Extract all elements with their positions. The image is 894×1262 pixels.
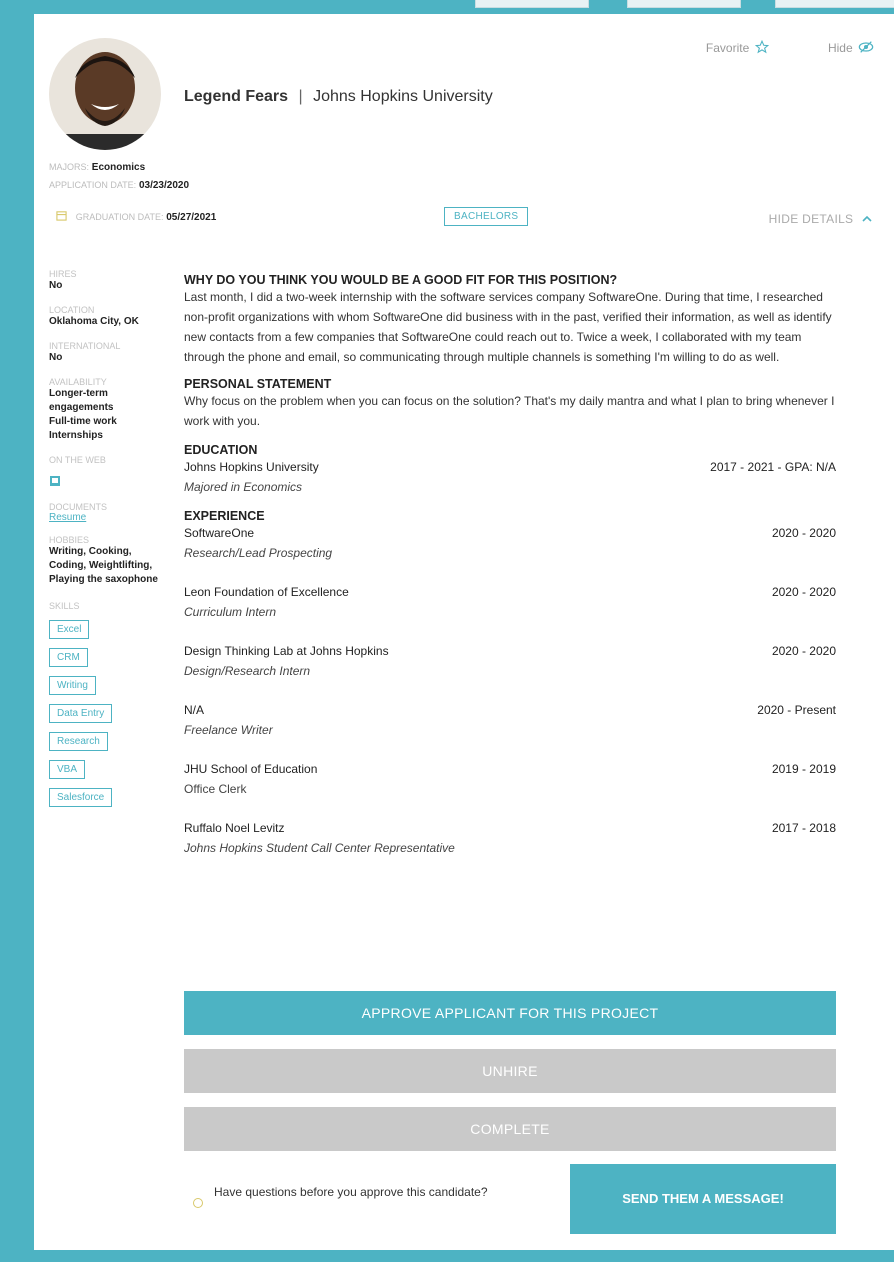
- application-date-value: 03/23/2020: [138, 180, 190, 191]
- personal-statement-title: PERSONAL STATEMENT: [184, 377, 332, 391]
- fit-question-title: WHY DO YOU THINK YOU WOULD BE A GOOD FIT…: [184, 273, 618, 287]
- skills-list: Excel CRM Writing Data Entry Research VB…: [49, 611, 164, 807]
- experience-role: Office Clerk: [184, 782, 247, 796]
- experience-org: Design Thinking Lab at Johns Hopkins: [184, 644, 389, 658]
- applicant-university: Johns Hopkins University: [313, 88, 493, 105]
- unhire-button[interactable]: UNHIRE: [184, 1049, 836, 1093]
- personal-statement-text: Why focus on the problem when you can fo…: [184, 394, 835, 428]
- complete-button[interactable]: COMPLETE: [184, 1107, 836, 1151]
- education-title: EDUCATION: [184, 443, 258, 457]
- experience-dates: 2020 - 2020: [771, 585, 836, 599]
- location-label: LOCATION: [49, 305, 95, 315]
- star-icon: [754, 39, 769, 54]
- education-dates: 2017 - 2021 - GPA: N/A: [710, 460, 836, 474]
- experience-org: SoftwareOne: [184, 526, 255, 540]
- experience-dates: 2020 - Present: [757, 703, 836, 717]
- application-date-row: APPLICATION DATE: 03/23/2020: [49, 180, 189, 191]
- favorite-label: Favorite: [705, 41, 750, 55]
- majors-value: Economics: [91, 162, 146, 173]
- skill-tag: Research: [49, 732, 108, 751]
- graduation-date-row: GRADUATION DATE: 05/27/2021: [56, 210, 216, 223]
- graduation-date-value: 05/27/2021: [166, 212, 217, 223]
- experience-title: EXPERIENCE: [184, 509, 265, 523]
- top-tab-1[interactable]: [475, 0, 589, 8]
- resume-link[interactable]: Resume: [49, 512, 164, 523]
- eye-hide-icon: [858, 41, 874, 53]
- applicant-heading: Legend Fears | Johns Hopkins University: [184, 88, 493, 106]
- avatar: [49, 38, 161, 150]
- applicant-card: Legend Fears | Johns Hopkins University …: [34, 14, 894, 1250]
- experience-dates: 2020 - 2020: [771, 644, 836, 658]
- experience-row: N/A 2020 - Present: [184, 700, 836, 720]
- web-link-icon: [50, 476, 60, 486]
- experience-row: Leon Foundation of Excellence 2020 - 202…: [184, 582, 836, 602]
- experience-org: Leon Foundation of Excellence: [184, 585, 349, 599]
- fit-answer: Last month, I did a two-week internship …: [184, 290, 832, 364]
- experience-dates: 2019 - 2019: [771, 762, 836, 776]
- location-value: Oklahoma City, OK: [49, 316, 139, 327]
- skill-tag: Writing: [49, 676, 96, 695]
- chevron-up-icon: [862, 215, 872, 222]
- hide-button[interactable]: Hide: [800, 41, 874, 55]
- hide-label: Hide: [827, 41, 853, 55]
- documents-label: DOCUMENTS: [49, 502, 107, 512]
- experience-row: JHU School of Education 2019 - 2019: [184, 759, 836, 779]
- experience-role: Johns Hopkins Student Call Center Repres…: [184, 841, 455, 855]
- education-row: Johns Hopkins University 2017 - 2021 - G…: [184, 457, 836, 477]
- experience-org: JHU School of Education: [184, 762, 318, 776]
- top-tab-3[interactable]: [775, 0, 894, 8]
- experience-dates: 2017 - 2018: [771, 821, 836, 835]
- experience-role: Design/Research Intern: [184, 664, 311, 678]
- name-separator: |: [298, 88, 303, 105]
- experience-row: Ruffalo Noel Levitz 2017 - 2018: [184, 818, 836, 838]
- majors-label: MAJORS:: [49, 162, 90, 172]
- availability-item: Full-time work: [49, 416, 117, 427]
- skill-tag: VBA: [49, 760, 86, 779]
- experience-role: Curriculum Intern: [184, 605, 277, 619]
- web-link[interactable]: [49, 475, 164, 490]
- details-sidebar: HIRES No LOCATION Oklahoma City, OK INTE…: [49, 269, 164, 807]
- top-tab-2[interactable]: [627, 0, 741, 8]
- hide-details-label: HIDE DETAILS: [768, 212, 854, 226]
- experience-org: Ruffalo Noel Levitz: [184, 821, 285, 835]
- approval-question: Have questions before you approve this c…: [214, 1185, 488, 1199]
- international-label: INTERNATIONAL: [49, 341, 121, 351]
- application-details: WHY DO YOU THINK YOU WOULD BE A GOOD FIT…: [184, 269, 836, 866]
- international-value: No: [49, 352, 63, 363]
- experience-role: Research/Lead Prospecting: [184, 546, 333, 560]
- experience-dates: 2020 - 2020: [771, 526, 836, 540]
- experience-row: Design Thinking Lab at Johns Hopkins 202…: [184, 641, 836, 661]
- skill-tag: CRM: [49, 648, 88, 667]
- hires-value: No: [49, 280, 63, 291]
- application-date-label: APPLICATION DATE:: [49, 180, 137, 190]
- availability-item: Longer-term engagements: [49, 388, 114, 413]
- favorite-button[interactable]: Favorite: [678, 39, 772, 55]
- hide-details-toggle[interactable]: HIDE DETAILS: [769, 212, 872, 226]
- skills-label: SKILLS: [49, 601, 80, 611]
- hobbies-value: Writing, Cooking, Coding, Weightlifting,…: [49, 546, 158, 585]
- availability-label: AVAILABILITY: [49, 377, 107, 387]
- graduation-date-label: GRADUATION DATE:: [75, 212, 164, 222]
- send-message-button[interactable]: SEND THEM A MESSAGE!: [570, 1164, 836, 1234]
- education-school: Johns Hopkins University: [184, 460, 319, 474]
- hires-label: HIRES: [49, 269, 77, 279]
- calendar-icon: [56, 211, 67, 221]
- majors-row: MAJORS: Economics: [49, 162, 145, 173]
- applicant-name: Legend Fears: [184, 88, 289, 105]
- top-actions: Favorite Hide: [650, 39, 874, 55]
- education-major: Majored in Economics: [184, 480, 303, 494]
- skill-tag: Data Entry: [49, 704, 113, 723]
- experience-row: SoftwareOne 2020 - 2020: [184, 523, 836, 543]
- availability-item: Internships: [49, 430, 103, 441]
- question-bubble-icon: [193, 1198, 203, 1208]
- web-label: ON THE WEB: [49, 455, 106, 465]
- approve-applicant-button[interactable]: APPROVE APPLICANT FOR THIS PROJECT: [184, 991, 836, 1035]
- experience-role: Freelance Writer: [184, 723, 273, 737]
- skill-tag: Excel: [49, 620, 90, 639]
- experience-org: N/A: [184, 703, 205, 717]
- degree-badge: BACHELORS: [444, 207, 529, 226]
- hobbies-label: HOBBIES: [49, 535, 90, 545]
- skill-tag: Salesforce: [49, 788, 113, 807]
